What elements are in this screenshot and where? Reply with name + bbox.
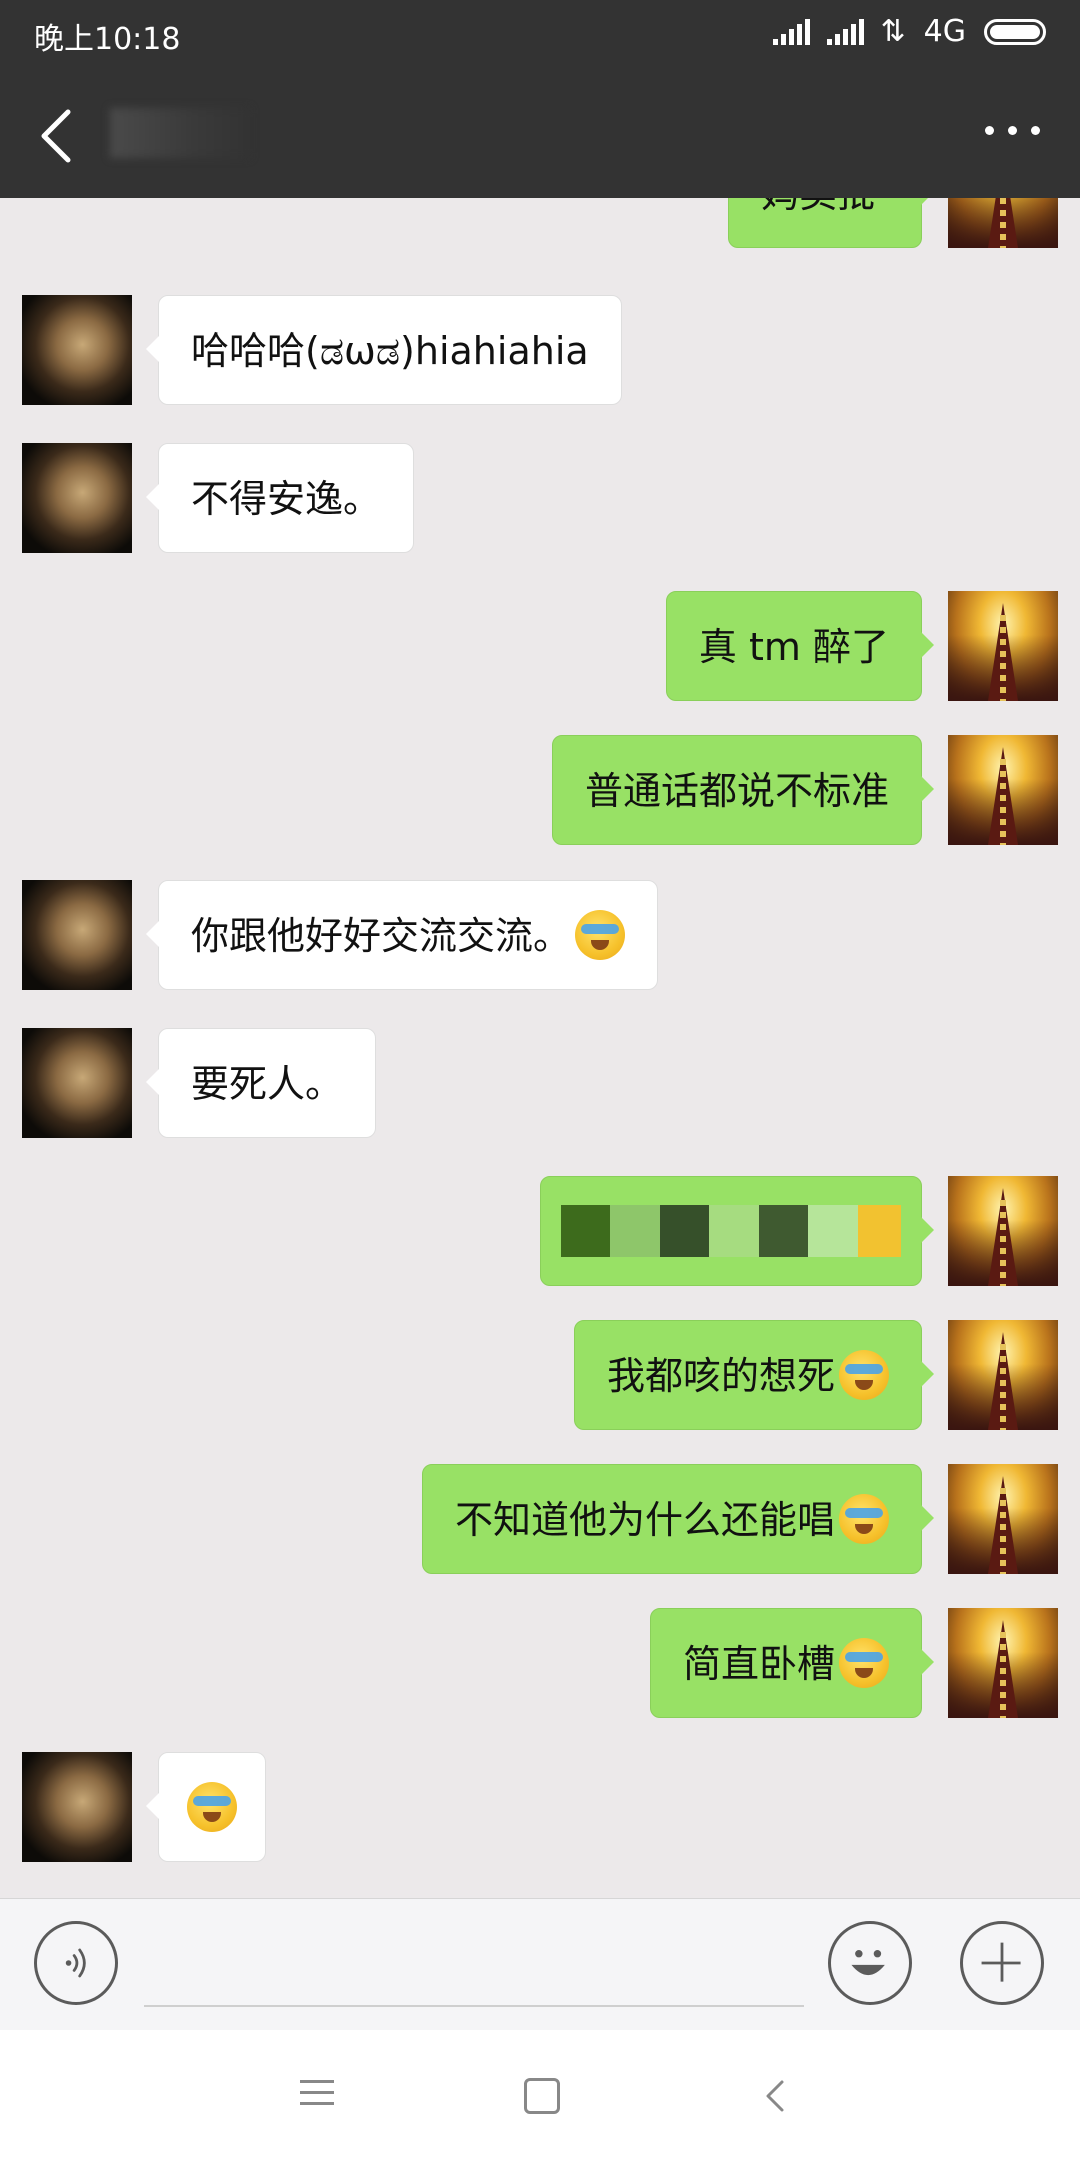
network-type: 4G bbox=[923, 14, 966, 49]
battery-icon bbox=[984, 18, 1046, 45]
status-bar: 晚上10:18 ⇅ 4G bbox=[0, 0, 1080, 70]
menu-icon[interactable] bbox=[300, 2080, 334, 2113]
message-bubble-sent[interactable]: 妈卖批 bbox=[728, 198, 934, 248]
message-bubble-received[interactable]: 不得安逸。 bbox=[145, 443, 415, 553]
plus-icon[interactable] bbox=[960, 1921, 1044, 2005]
data-transfer-icon: ⇅ bbox=[880, 14, 906, 49]
system-nav-bar bbox=[0, 2030, 1080, 2160]
home-square-icon[interactable] bbox=[524, 2078, 560, 2114]
avatar-self[interactable] bbox=[948, 1176, 1058, 1286]
avatar-self[interactable] bbox=[948, 1608, 1058, 1718]
status-time: 晚上10:18 bbox=[34, 22, 181, 57]
message-bubble-received[interactable]: 你跟他好好交流交流。 bbox=[145, 880, 659, 990]
message-bubble-received[interactable] bbox=[146, 1752, 266, 1862]
message-bubble-sent[interactable]: 不知道他为什么还能唱 bbox=[421, 1464, 935, 1574]
message-bubble-sent[interactable]: 我都咳的想死 bbox=[573, 1320, 935, 1430]
facepalm-cry-emoji-icon bbox=[839, 1349, 889, 1400]
signal-icon-2 bbox=[826, 18, 864, 45]
voice-icon[interactable] bbox=[34, 1921, 118, 2005]
signal-icon bbox=[772, 18, 810, 45]
facepalm-cry-emoji-icon bbox=[575, 909, 626, 960]
chat-title-blurred bbox=[110, 108, 250, 158]
input-bar bbox=[0, 1898, 1080, 2031]
message-input[interactable] bbox=[144, 2005, 804, 2007]
message-bubble-sent[interactable]: 真 tm 醉了 bbox=[665, 591, 935, 701]
smiley-icon[interactable] bbox=[828, 1921, 912, 2005]
avatar-contact[interactable] bbox=[22, 295, 132, 405]
facepalm-cry-emoji-icon bbox=[839, 1637, 889, 1688]
message-bubble-sent[interactable]: 简直卧槽 bbox=[649, 1608, 935, 1718]
avatar-self[interactable] bbox=[948, 1320, 1058, 1430]
avatar-contact[interactable] bbox=[22, 880, 132, 990]
message-bubble-sent[interactable]: 普通话都说不标准 bbox=[551, 735, 935, 845]
avatar-self[interactable] bbox=[948, 198, 1058, 248]
chat-screen: 晚上10:18 ⇅ 4G 妈卖批 哈哈哈(ಡωಡ)hiahiahia bbox=[0, 0, 1080, 2160]
title-bar bbox=[0, 70, 1080, 198]
avatar-contact[interactable] bbox=[22, 1752, 132, 1862]
message-list[interactable]: 妈卖批 哈哈哈(ಡωಡ)hiahiahia 不得安逸。 真 tm 醉了 普通话都… bbox=[0, 198, 1080, 1898]
avatar-self[interactable] bbox=[948, 735, 1058, 845]
avatar-self[interactable] bbox=[948, 1464, 1058, 1574]
avatar-contact[interactable] bbox=[22, 1028, 132, 1138]
facepalm-cry-emoji-icon bbox=[187, 1781, 237, 1832]
message-bubble-sent-pixelated[interactable] bbox=[540, 1176, 934, 1286]
status-icons: ⇅ 4G bbox=[772, 14, 1046, 49]
message-bubble-received[interactable]: 要死人。 bbox=[145, 1028, 377, 1138]
avatar-contact[interactable] bbox=[22, 443, 132, 553]
facepalm-cry-emoji-icon bbox=[839, 1493, 889, 1544]
back-triangle-icon[interactable] bbox=[758, 2076, 794, 2116]
avatar-self[interactable] bbox=[948, 591, 1058, 701]
chevron-left-icon[interactable] bbox=[30, 100, 90, 170]
more-dots-icon[interactable] bbox=[985, 126, 1040, 135]
message-bubble-received[interactable]: 哈哈哈(ಡωಡ)hiahiahia bbox=[146, 295, 622, 405]
